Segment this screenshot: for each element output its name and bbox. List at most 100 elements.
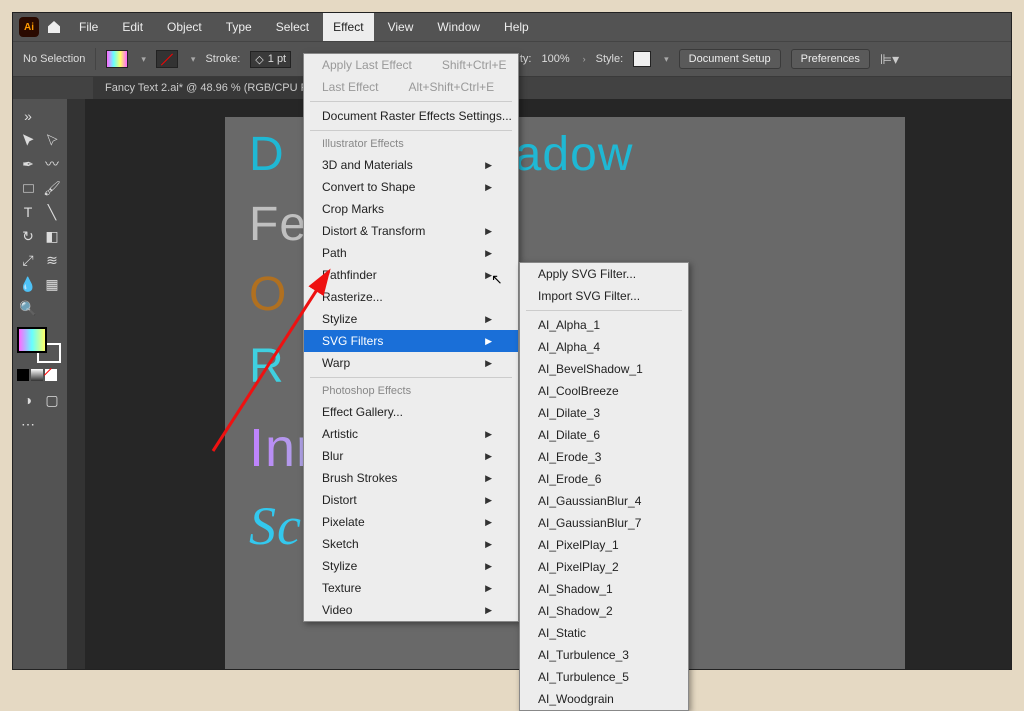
- menu-edit[interactable]: Edit: [112, 13, 153, 41]
- rectangle-tool[interactable]: [17, 177, 39, 199]
- filter-alpha1[interactable]: AI_Alpha_1: [520, 314, 688, 336]
- scale-tool[interactable]: ⤢: [17, 249, 39, 271]
- menu-select[interactable]: Select: [266, 13, 319, 41]
- menu-svg-filters[interactable]: SVG Filters▶: [304, 330, 518, 352]
- stroke-weight-input[interactable]: ◇1 pt: [250, 51, 291, 68]
- filter-turbulence3[interactable]: AI_Turbulence_3: [520, 644, 688, 666]
- double-chevron-icon[interactable]: »: [17, 105, 39, 127]
- filter-gaussian4[interactable]: AI_GaussianBlur_4: [520, 490, 688, 512]
- menu-path[interactable]: Path▶: [304, 242, 518, 264]
- menu-distort-transform[interactable]: Distort & Transform▶: [304, 220, 518, 242]
- filter-bevelshadow[interactable]: AI_BevelShadow_1: [520, 358, 688, 380]
- canvas-text-feather: Fe: [249, 197, 307, 252]
- draw-mode-icon[interactable]: ◑: [17, 389, 39, 411]
- document-tab[interactable]: Fancy Text 2.ai* @ 48.96 % (RGB/CPU P: [93, 77, 320, 99]
- menu-file[interactable]: File: [69, 13, 108, 41]
- menu-effect-gallery[interactable]: Effect Gallery...: [304, 401, 518, 423]
- menu-sketch[interactable]: Sketch▶: [304, 533, 518, 555]
- width-tool[interactable]: ≋: [41, 249, 63, 271]
- filter-woodgrain[interactable]: AI_Woodgrain: [520, 688, 688, 710]
- filter-pixelplay2[interactable]: AI_PixelPlay_2: [520, 556, 688, 578]
- line-tool[interactable]: ╲: [41, 201, 63, 223]
- filter-dilate3[interactable]: AI_Dilate_3: [520, 402, 688, 424]
- menu-3d-materials[interactable]: 3D and Materials▶: [304, 154, 518, 176]
- app-logo-icon: Ai: [19, 17, 39, 37]
- filter-shadow2[interactable]: AI_Shadow_2: [520, 600, 688, 622]
- filter-turbulence5[interactable]: AI_Turbulence_5: [520, 666, 688, 688]
- fill-swatch[interactable]: [106, 50, 128, 68]
- menu-last-effect: Last EffectAlt+Shift+Ctrl+E: [304, 76, 518, 98]
- curvature-tool[interactable]: 〰: [41, 153, 63, 175]
- menu-effect[interactable]: Effect: [323, 13, 373, 41]
- filter-gaussian7[interactable]: AI_GaussianBlur_7: [520, 512, 688, 534]
- menu-stylize-ps[interactable]: Stylize▶: [304, 555, 518, 577]
- brush-tool[interactable]: 🖌: [41, 177, 63, 199]
- submenu-import-svg[interactable]: Import SVG Filter...: [520, 285, 688, 307]
- separator: [310, 101, 512, 102]
- menu-blur[interactable]: Blur▶: [304, 445, 518, 467]
- separator: [95, 48, 96, 70]
- separator: [526, 310, 682, 311]
- filter-dilate6[interactable]: AI_Dilate_6: [520, 424, 688, 446]
- menu-window[interactable]: Window: [427, 13, 490, 41]
- document-setup-button[interactable]: Document Setup: [679, 49, 781, 69]
- pen-tool[interactable]: ✒: [17, 153, 39, 175]
- filter-erode3[interactable]: AI_Erode_3: [520, 446, 688, 468]
- tools-panel: » ✒ 〰 🖌 T ╲ ↻ ◧ ⤢ ≋ 💧 ▦ 🔍: [13, 99, 67, 669]
- filter-alpha4[interactable]: AI_Alpha_4: [520, 336, 688, 358]
- stroke-swatch[interactable]: [156, 50, 178, 68]
- menu-crop-marks[interactable]: Crop Marks: [304, 198, 518, 220]
- eyedropper-tool[interactable]: 💧: [17, 273, 39, 295]
- chevron-right-icon[interactable]: ›: [583, 54, 586, 64]
- opacity-value[interactable]: 100%: [541, 53, 569, 65]
- document-tab-title: Fancy Text 2.ai* @ 48.96 % (RGB/CPU P: [105, 82, 308, 94]
- menu-apply-last: Apply Last EffectShift+Ctrl+E: [304, 54, 518, 76]
- svg-filters-submenu: Apply SVG Filter... Import SVG Filter...…: [519, 262, 689, 711]
- menu-pixelate[interactable]: Pixelate▶: [304, 511, 518, 533]
- effect-menu: Apply Last EffectShift+Ctrl+E Last Effec…: [303, 53, 519, 622]
- menu-raster-settings[interactable]: Document Raster Effects Settings...: [304, 105, 518, 127]
- menu-warp[interactable]: Warp▶: [304, 352, 518, 374]
- menu-type[interactable]: Type: [216, 13, 262, 41]
- selection-tool[interactable]: [17, 129, 39, 151]
- menu-help[interactable]: Help: [494, 13, 539, 41]
- zoom-tool[interactable]: 🔍: [17, 297, 39, 319]
- align-icon[interactable]: ⊫▾: [880, 51, 899, 68]
- fill-stroke-swatches[interactable]: [17, 327, 61, 363]
- menu-distort[interactable]: Distort▶: [304, 489, 518, 511]
- direct-select-tool[interactable]: [41, 129, 63, 151]
- menu-object[interactable]: Object: [157, 13, 212, 41]
- menu-brush-strokes[interactable]: Brush Strokes▶: [304, 467, 518, 489]
- preferences-button[interactable]: Preferences: [791, 49, 870, 69]
- menu-rasterize[interactable]: Rasterize...: [304, 286, 518, 308]
- filter-coolbreeze[interactable]: AI_CoolBreeze: [520, 380, 688, 402]
- menu-stylize[interactable]: Stylize▶: [304, 308, 518, 330]
- filter-static[interactable]: AI_Static: [520, 622, 688, 644]
- menu-pathfinder[interactable]: Pathfinder▶: [304, 264, 518, 286]
- app-window: Ai File Edit Object Type Select Effect V…: [12, 12, 1012, 670]
- menu-view[interactable]: View: [378, 13, 424, 41]
- menu-video[interactable]: Video▶: [304, 599, 518, 621]
- filter-erode6[interactable]: AI_Erode_6: [520, 468, 688, 490]
- submenu-apply-svg[interactable]: Apply SVG Filter...: [520, 263, 688, 285]
- filter-shadow1[interactable]: AI_Shadow_1: [520, 578, 688, 600]
- menu-texture[interactable]: Texture▶: [304, 577, 518, 599]
- eraser-tool[interactable]: ◧: [41, 225, 63, 247]
- separator: [310, 130, 512, 131]
- type-tool[interactable]: T: [17, 201, 39, 223]
- canvas-text-round: R: [249, 339, 285, 394]
- style-swatch[interactable]: [633, 51, 651, 67]
- edit-toolbar-icon[interactable]: ⋯: [17, 413, 39, 435]
- menubar: Ai File Edit Object Type Select Effect V…: [13, 13, 1011, 41]
- home-icon[interactable]: [43, 16, 65, 38]
- rotate-tool[interactable]: ↻: [17, 225, 39, 247]
- canvas-text-outerglow: O: [249, 267, 287, 322]
- gradient-tool[interactable]: ▦: [41, 273, 63, 295]
- selection-status: No Selection: [23, 53, 85, 65]
- menu-artistic[interactable]: Artistic▶: [304, 423, 518, 445]
- color-mode-swatches[interactable]: [17, 369, 63, 381]
- filter-pixelplay1[interactable]: AI_PixelPlay_1: [520, 534, 688, 556]
- menu-header-photoshop: Photoshop Effects: [304, 381, 518, 401]
- screen-mode-icon[interactable]: ▢: [41, 389, 63, 411]
- menu-convert-shape[interactable]: Convert to Shape▶: [304, 176, 518, 198]
